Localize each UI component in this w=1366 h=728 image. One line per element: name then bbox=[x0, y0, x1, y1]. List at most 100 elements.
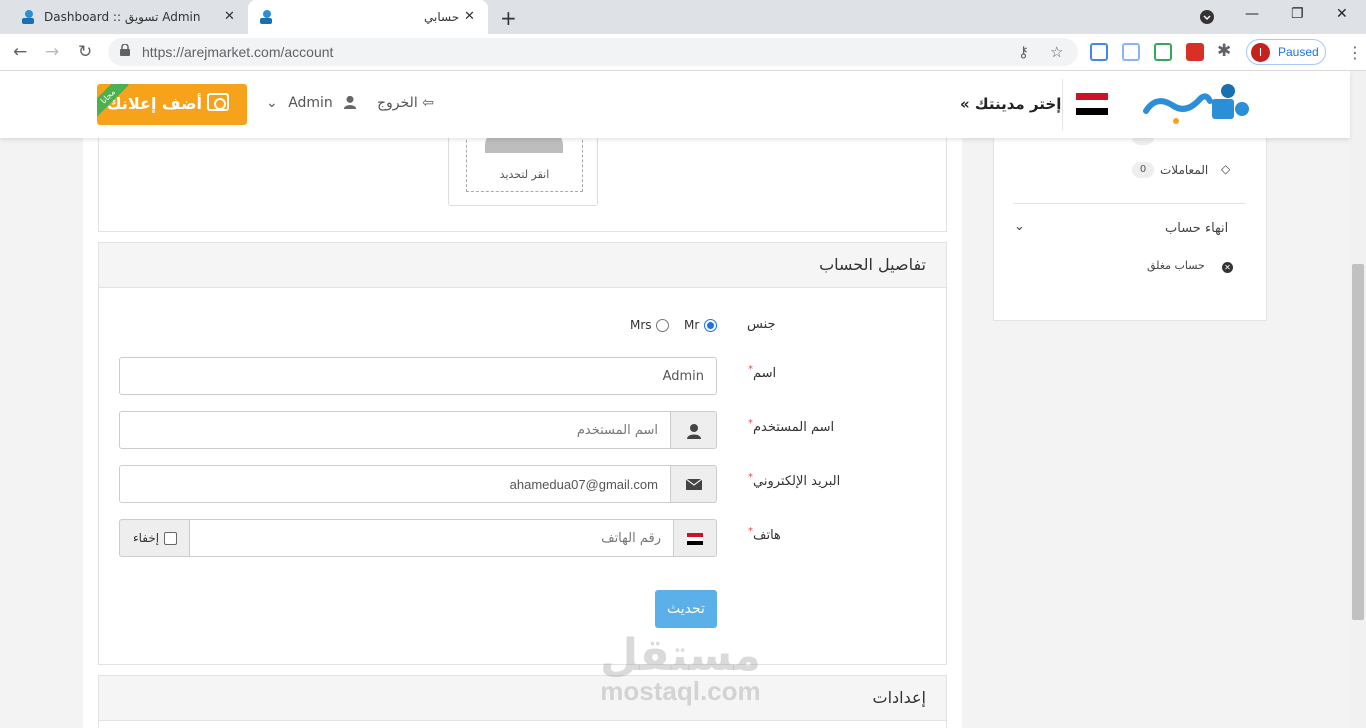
username-field[interactable]: اسم المستخدم bbox=[119, 411, 671, 449]
profile-status: Paused bbox=[1278, 45, 1319, 59]
city-selector[interactable]: إختر مدينتك » bbox=[960, 95, 1061, 113]
required-marker: * bbox=[748, 472, 753, 483]
camera-icon bbox=[207, 93, 229, 111]
watermark: مستقل mostaql.com bbox=[600, 630, 761, 706]
phone-country-addon[interactable] bbox=[673, 519, 717, 557]
gender-radio-mr[interactable] bbox=[704, 319, 717, 332]
required-marker: * bbox=[748, 364, 753, 375]
name-value: Admin bbox=[662, 369, 704, 384]
tab-search-icon[interactable] bbox=[1200, 10, 1214, 24]
phone-label-text: هاتف bbox=[753, 528, 781, 543]
key-icon[interactable]: ⚷ bbox=[1018, 43, 1029, 61]
profile-avatar: I bbox=[1251, 43, 1270, 62]
site-header: أضف إعلانك مجانا ⌄ Admin ⇦ الخروج إختر م… bbox=[0, 71, 1350, 138]
browser-tab-bar: Dashboard :: تسويق Admin ✕ حسابي ✕ + — ❐… bbox=[0, 0, 1366, 34]
watermark-latin: mostaql.com bbox=[600, 676, 761, 706]
sidebar-item-closed-account[interactable]: حساب مغلق bbox=[1147, 259, 1205, 272]
name-label: اسم* bbox=[748, 364, 777, 381]
reload-icon[interactable]: ↻ bbox=[78, 42, 92, 62]
logout-label: الخروج bbox=[377, 95, 418, 111]
restore-icon[interactable]: ❐ bbox=[1291, 6, 1304, 22]
phone-field[interactable]: رقم الهاتف bbox=[189, 519, 674, 557]
sidebar-item-transactions[interactable]: المعاملات bbox=[1160, 163, 1208, 177]
file-extension-icon[interactable] bbox=[1122, 43, 1140, 61]
user-icon bbox=[687, 424, 701, 439]
extensions-puzzle-icon[interactable]: ✱ bbox=[1217, 41, 1231, 61]
email-label: البريد الإلكتروني* bbox=[748, 472, 841, 489]
gender-label: جنس bbox=[747, 317, 776, 332]
envelope-icon bbox=[686, 479, 702, 490]
profile-button[interactable]: I Paused bbox=[1246, 39, 1326, 65]
gender-option-mr: Mr bbox=[684, 318, 700, 332]
panel-title: إعدادات bbox=[872, 688, 926, 707]
address-bar[interactable]: https://arejmarket.com/account ⚷ ☆ bbox=[108, 38, 1078, 66]
user-icon bbox=[344, 95, 357, 109]
tab-title: Dashboard :: تسويق Admin bbox=[44, 10, 201, 24]
gender-option-mrs: Mrs bbox=[630, 318, 652, 332]
close-tab-icon[interactable]: ✕ bbox=[224, 9, 235, 24]
forward-icon[interactable]: → bbox=[45, 42, 59, 62]
site-favicon-icon bbox=[260, 10, 272, 24]
chevron-down-icon: ⌄ bbox=[266, 95, 278, 111]
divider bbox=[1013, 203, 1246, 204]
back-icon[interactable]: ← bbox=[13, 42, 27, 62]
name-field[interactable]: Admin bbox=[119, 357, 717, 395]
url-text: https://arejmarket.com/account bbox=[142, 44, 334, 60]
egypt-flag-icon bbox=[687, 533, 703, 545]
email-addon bbox=[670, 465, 717, 503]
close-circle-icon: ✕ bbox=[1222, 262, 1233, 273]
username-addon bbox=[670, 411, 717, 449]
name-label-text: اسم bbox=[753, 366, 777, 381]
docs-extension-icon[interactable] bbox=[1090, 43, 1108, 61]
minimize-icon[interactable]: — bbox=[1245, 6, 1259, 22]
email-label-text: البريد الإلكتروني bbox=[753, 474, 841, 489]
gender-radio-mrs[interactable] bbox=[656, 319, 669, 332]
new-tab-icon[interactable]: + bbox=[500, 6, 517, 30]
browser-toolbar: ← → ↻ https://arejmarket.com/account ⚷ ☆… bbox=[0, 34, 1366, 71]
close-tab-icon[interactable]: ✕ bbox=[464, 9, 475, 24]
lock-icon bbox=[120, 44, 130, 56]
browser-tab-dashboard[interactable]: Dashboard :: تسويق Admin ✕ bbox=[8, 0, 248, 34]
tag-icon: ◇ bbox=[1221, 162, 1231, 176]
required-marker: * bbox=[748, 418, 753, 429]
email-value: ahamedua07@gmail.com bbox=[509, 477, 658, 492]
bookmark-star-icon[interactable]: ☆ bbox=[1050, 43, 1063, 61]
hide-phone-addon: إخفاء bbox=[119, 519, 190, 557]
phone-placeholder: رقم الهاتف bbox=[601, 531, 661, 546]
avatar-upload-hint: انقر لتحديد bbox=[499, 168, 550, 181]
settings-panel: إعدادات bbox=[98, 675, 947, 728]
email-field[interactable]: ahamedua07@gmail.com bbox=[119, 465, 671, 503]
chevron-down-icon[interactable]: ⌄ bbox=[1014, 219, 1025, 234]
shield-extension-icon[interactable] bbox=[1186, 43, 1204, 61]
add-ad-label: أضف إعلانك bbox=[107, 94, 203, 113]
hide-phone-label: إخفاء bbox=[133, 531, 160, 545]
site-logo[interactable] bbox=[1142, 81, 1250, 129]
extension-icon[interactable] bbox=[1154, 43, 1172, 61]
account-details-panel: تفاصيل الحساب bbox=[98, 242, 947, 665]
user-menu[interactable]: ⌄ Admin bbox=[266, 95, 357, 111]
divider bbox=[1062, 79, 1063, 130]
transactions-count-badge: 0 bbox=[1132, 162, 1154, 178]
panel-heading: تفاصيل الحساب bbox=[99, 243, 946, 288]
add-ad-button[interactable]: أضف إعلانك مجانا bbox=[97, 84, 247, 125]
username-label-text: اسم المستخدم bbox=[753, 420, 835, 435]
watermark-arabic: مستقل bbox=[600, 630, 761, 681]
site-favicon-icon bbox=[22, 10, 34, 24]
logout-link[interactable]: ⇦ الخروج bbox=[377, 95, 434, 111]
close-window-icon[interactable]: ✕ bbox=[1336, 6, 1348, 22]
hide-phone-checkbox[interactable] bbox=[164, 532, 177, 545]
page-scrollbar[interactable] bbox=[1350, 71, 1366, 728]
required-marker: * bbox=[748, 526, 753, 537]
menu-kebab-icon[interactable]: ⋮ bbox=[1347, 43, 1363, 62]
phone-label: هاتف* bbox=[748, 526, 781, 543]
browser-tab-account[interactable]: حسابي ✕ bbox=[248, 0, 488, 34]
panel-title: تفاصيل الحساب bbox=[819, 255, 926, 274]
username-label: اسم المستخدم* bbox=[748, 418, 835, 435]
logout-icon: ⇦ bbox=[422, 95, 434, 111]
user-name: Admin bbox=[288, 95, 333, 111]
close-account-header[interactable]: انهاء حساب bbox=[1165, 221, 1228, 236]
egypt-flag-icon[interactable] bbox=[1076, 93, 1108, 115]
update-button[interactable]: تحديث bbox=[655, 590, 717, 628]
panel-heading: إعدادات bbox=[99, 676, 946, 721]
scrollbar-thumb[interactable] bbox=[1352, 264, 1364, 620]
